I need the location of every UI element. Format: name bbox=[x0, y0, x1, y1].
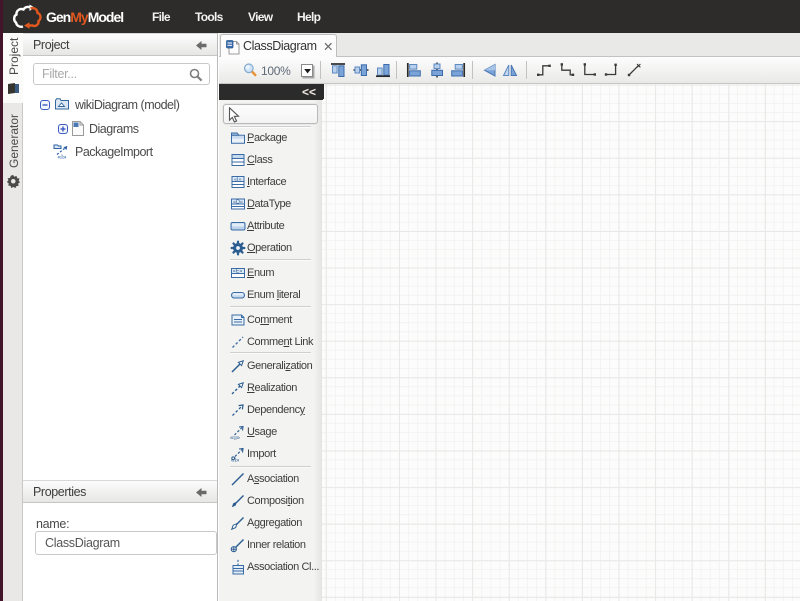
svg-text:«I»: «I» bbox=[58, 154, 67, 159]
svg-text:«I»: «I» bbox=[231, 458, 240, 462]
svg-text:«D»: «D» bbox=[233, 199, 243, 205]
svg-text:«I»: «I» bbox=[234, 177, 242, 183]
svg-text:«E»: «E» bbox=[233, 269, 243, 275]
svg-text:«u»: «u» bbox=[230, 436, 241, 441]
